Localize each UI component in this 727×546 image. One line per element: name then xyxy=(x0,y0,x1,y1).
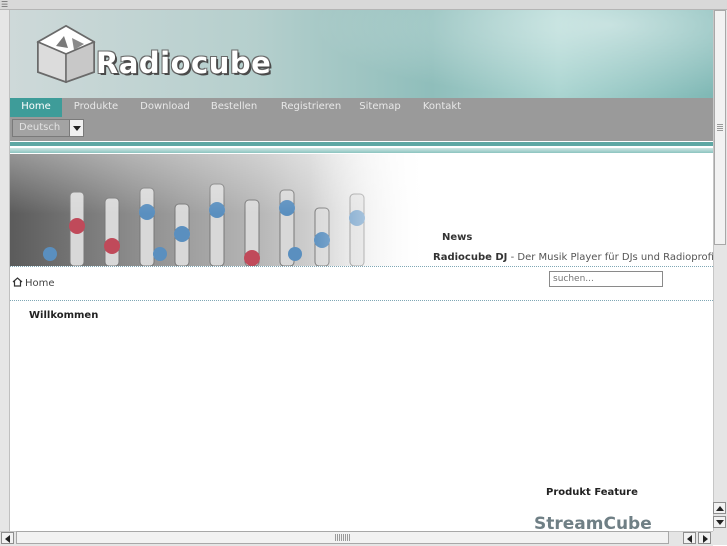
brand-name[interactable]: Radiocube xyxy=(96,46,271,80)
home-icon xyxy=(12,277,23,287)
nav-item-bestellen[interactable]: Bestellen xyxy=(208,98,260,117)
nav-item-sitemap[interactable]: Sitemap xyxy=(356,98,404,117)
product-feature-heading: Produkt Feature xyxy=(546,487,638,498)
menu-grip-icon[interactable]: ☰ xyxy=(1,0,8,9)
nav-item-download[interactable]: Download xyxy=(136,98,194,117)
site-header: Radiocube xyxy=(10,10,713,98)
language-select[interactable]: Deutsch xyxy=(12,119,84,137)
banner-fade xyxy=(310,154,430,266)
scroll-left-icon[interactable] xyxy=(1,532,14,544)
nav-item-kontakt[interactable]: Kontakt xyxy=(418,98,466,117)
page-title: Willkommen xyxy=(29,310,99,321)
radiocube-logo-icon[interactable] xyxy=(34,24,98,84)
left-frame-strip xyxy=(0,10,10,535)
chevron-down-icon[interactable] xyxy=(69,119,84,137)
header-divider xyxy=(10,142,713,146)
breadcrumb-home[interactable]: Home xyxy=(25,278,55,289)
nav-item-produkte[interactable]: Produkte xyxy=(68,98,124,117)
news-heading: News xyxy=(442,232,473,243)
header-decoration xyxy=(310,10,713,98)
main-navigation: Home Produkte Download Bestellen Registr… xyxy=(10,98,713,117)
language-select-value: Deutsch xyxy=(19,122,61,133)
language-bar: Deutsch xyxy=(10,117,713,141)
nav-item-home[interactable]: Home xyxy=(10,98,62,117)
scroll-up-icon[interactable] xyxy=(713,502,726,514)
window-top-bar: ☰ xyxy=(0,0,727,10)
scroll-left-icon-end[interactable] xyxy=(683,532,696,544)
scroll-down-icon[interactable] xyxy=(713,516,726,528)
scroll-right-icon[interactable] xyxy=(698,532,711,544)
nav-item-registrieren[interactable]: Registrieren xyxy=(276,98,346,117)
vertical-scroll-thumb[interactable] xyxy=(714,10,726,245)
scrollbar-corner xyxy=(713,531,727,545)
search-input[interactable] xyxy=(549,271,663,287)
header-divider-gradient xyxy=(10,148,713,153)
news-item-text: - Der Musik Player für DJs und Radioprof… xyxy=(507,252,718,263)
news-item[interactable]: Radiocube DJ - Der Musik Player für DJs … xyxy=(433,252,718,264)
news-item-title[interactable]: Radiocube DJ xyxy=(433,252,507,263)
horizontal-scroll-thumb[interactable] xyxy=(16,531,669,544)
banner-image-mixing-console xyxy=(10,154,430,266)
breadcrumb[interactable]: Home xyxy=(12,277,55,289)
